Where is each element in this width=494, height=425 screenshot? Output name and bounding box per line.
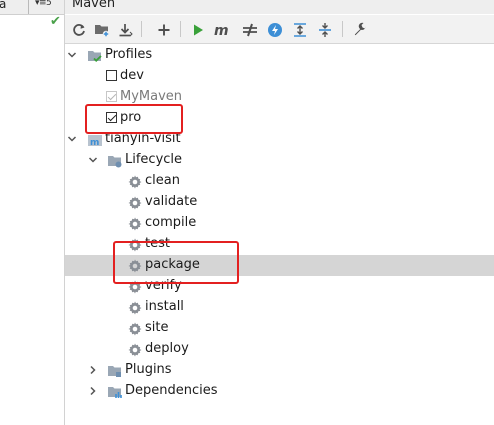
dependencies-folder-icon (108, 387, 122, 398)
tool-window-title: Maven (72, 0, 116, 11)
chevron-down-icon[interactable] (67, 50, 77, 60)
lifecycle-label: Lifecycle (125, 152, 183, 167)
project-label: tianyin-visit (105, 131, 181, 146)
tab-list-dropdown[interactable]: ▾≡5 (35, 0, 52, 8)
goal-label: install (145, 299, 184, 314)
profile-label: dev (120, 68, 144, 83)
tree-node-plugins[interactable]: Plugins (65, 360, 494, 381)
gear-icon (128, 280, 142, 294)
profile-checkbox-mymaven[interactable] (106, 91, 117, 102)
lifecycle-goal-test[interactable]: test (65, 234, 494, 255)
lifecycle-goal-deploy[interactable]: deploy (65, 339, 494, 360)
svg-text:m: m (214, 23, 229, 38)
chevron-down-icon[interactable] (88, 155, 98, 165)
profile-item-mymaven[interactable]: MyMaven (65, 87, 494, 108)
gear-icon (128, 196, 142, 210)
tree-node-profiles[interactable]: Profiles (65, 45, 494, 66)
lifecycle-goal-install[interactable]: install (65, 297, 494, 318)
goal-label: clean (145, 173, 180, 188)
maven-toolbar: m (65, 15, 494, 44)
goal-label: package (145, 257, 200, 272)
goal-label: site (145, 320, 169, 335)
chevron-right-icon[interactable] (88, 365, 98, 375)
chevron-right-icon[interactable] (88, 386, 98, 396)
profile-item-dev[interactable]: dev (65, 66, 494, 87)
settings-wrench-icon[interactable] (349, 19, 371, 41)
gear-icon (128, 343, 142, 357)
profile-checkbox-pro[interactable] (106, 112, 117, 123)
run-icon[interactable] (187, 19, 209, 41)
maven-tool-window-header: Maven (65, 0, 494, 14)
editor-gutter-panel: a ▾≡5 ✔ (0, 0, 65, 425)
lifecycle-goal-package[interactable]: package (65, 255, 494, 276)
toolbar-separator (180, 21, 181, 37)
plugins-label: Plugins (125, 362, 172, 377)
maven-projects-tree: Profiles dev MyMaven pro m tianyin-visit… (65, 44, 494, 425)
offline-icon[interactable] (264, 19, 286, 41)
maven-project-icon: m (88, 135, 102, 148)
profile-label: pro (120, 110, 142, 125)
goal-label: compile (145, 215, 197, 230)
gear-icon (128, 175, 142, 189)
svg-text:m: m (90, 138, 99, 148)
goal-label: test (145, 236, 170, 251)
profiles-folder-icon (88, 51, 102, 62)
add-folder-icon[interactable] (91, 19, 113, 41)
toolbar-separator (342, 21, 343, 37)
goal-label: deploy (145, 341, 189, 356)
gear-icon (128, 301, 142, 315)
tree-node-dependencies[interactable]: Dependencies (65, 381, 494, 402)
expand-all-icon[interactable] (289, 19, 311, 41)
lifecycle-goal-compile[interactable]: compile (65, 213, 494, 234)
editor-tab-bar: a ▾≡5 (0, 0, 64, 15)
download-icon[interactable] (114, 19, 136, 41)
gear-icon (128, 259, 142, 273)
profiles-label: Profiles (105, 47, 153, 62)
profile-label: MyMaven (120, 89, 183, 104)
lifecycle-goal-verify[interactable]: verify (65, 276, 494, 297)
editor-tab-label[interactable]: a (0, 0, 6, 11)
lifecycle-goal-validate[interactable]: validate (65, 192, 494, 213)
profile-item-pro[interactable]: pro (65, 108, 494, 129)
tree-node-lifecycle[interactable]: Lifecycle (65, 150, 494, 171)
goal-label: verify (145, 278, 182, 293)
tree-node-project[interactable]: m tianyin-visit (65, 129, 494, 150)
execute-goal-icon[interactable]: m (212, 19, 234, 41)
gear-icon (128, 217, 142, 231)
toolbar-separator (141, 21, 142, 37)
inspection-ok-check-icon: ✔ (50, 14, 61, 29)
dependencies-label: Dependencies (125, 383, 218, 398)
add-icon[interactable] (153, 19, 175, 41)
reload-icon[interactable] (68, 19, 90, 41)
gear-icon (128, 322, 142, 336)
lifecycle-goal-site[interactable]: site (65, 318, 494, 339)
plugins-folder-icon (108, 366, 121, 377)
collapse-all-icon[interactable] (314, 19, 336, 41)
gear-icon (128, 238, 142, 252)
profile-checkbox-dev[interactable] (106, 70, 117, 81)
chevron-down-icon[interactable] (67, 134, 77, 144)
tab-separator (28, 0, 29, 14)
lifecycle-goal-clean[interactable]: clean (65, 171, 494, 192)
goal-label: validate (145, 194, 198, 209)
skip-tests-icon[interactable] (239, 19, 261, 41)
lifecycle-folder-icon (108, 156, 122, 168)
